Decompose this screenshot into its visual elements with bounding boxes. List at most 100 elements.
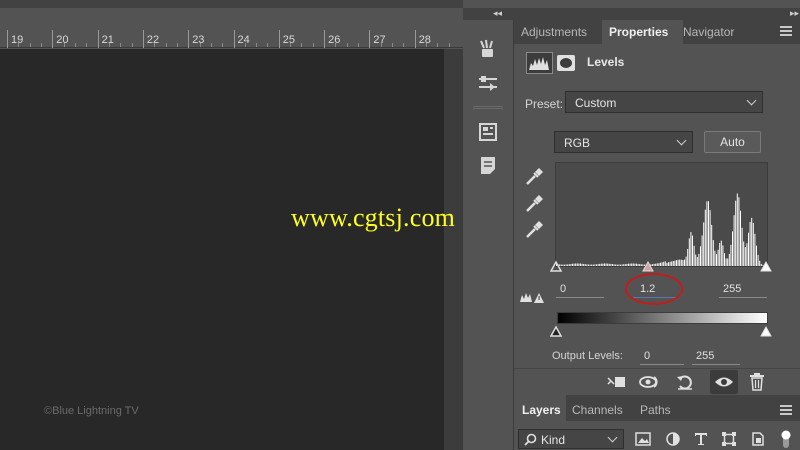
gray-point-eyedropper-icon[interactable]: [523, 193, 545, 215]
ruler-number: 26: [328, 34, 341, 46]
brush-tools-icon[interactable]: [475, 36, 501, 62]
output-black-value[interactable]: 0: [644, 350, 650, 362]
layer-mask-icon[interactable]: [556, 54, 576, 72]
ruler-minor-tick: [256, 43, 258, 47]
ruler-minor-tick: [346, 43, 348, 47]
view-previous-state-icon[interactable]: [639, 372, 661, 392]
tab-paths[interactable]: Paths: [640, 403, 671, 417]
output-white-value[interactable]: 255: [696, 350, 714, 362]
reset-icon[interactable]: [674, 372, 696, 392]
delete-icon[interactable]: [746, 372, 768, 392]
input-gamma-slider-handle[interactable]: [642, 260, 654, 272]
output-white-underline: [692, 364, 740, 365]
ruler-number: 28: [418, 34, 431, 46]
input-levels-slider[interactable]: [550, 260, 776, 272]
tab-layers[interactable]: Layers: [522, 403, 561, 417]
layers-panel-tabs: Layers Channels Paths: [514, 395, 800, 421]
ruler-minor-tick: [437, 43, 439, 47]
input-black-slider-handle[interactable]: [550, 260, 563, 272]
levels-histogram: [555, 162, 768, 267]
panel-tabs: Adjustments Properties Navigator: [514, 20, 800, 44]
clip-to-layer-icon[interactable]: [605, 372, 627, 392]
preset-dropdown[interactable]: Custom: [565, 91, 763, 113]
filter-toggle-icon[interactable]: [776, 430, 796, 448]
white-point-eyedropper-icon[interactable]: [523, 219, 545, 241]
preset-value: Custom: [575, 96, 617, 110]
ruler-minor-tick: [40, 43, 42, 47]
toggle-visibility-icon[interactable]: [713, 372, 735, 392]
ruler-minor-tick: [120, 43, 122, 47]
histogram-bar: [704, 209, 706, 266]
output-levels-gradient: [557, 312, 768, 324]
layer-filter-kind-dropdown[interactable]: Kind: [518, 429, 624, 449]
notes-panel-icon[interactable]: [475, 152, 501, 178]
input-black-value[interactable]: 0: [560, 283, 566, 295]
smart-object-filter-icon[interactable]: [748, 431, 768, 447]
expand-dock-icon[interactable]: ▸▸: [790, 8, 799, 19]
ruler-minor-tick: [18, 43, 20, 47]
chevron-down-icon: [676, 135, 687, 146]
histogram-bar: [708, 201, 709, 266]
dock-header: [463, 8, 800, 20]
calculate-clipping-warning-icon[interactable]: [519, 290, 547, 304]
ruler-tick: [142, 30, 144, 48]
collapse-dock-icon[interactable]: ◂◂: [493, 8, 502, 19]
horizontal-ruler[interactable]: 19 20 21 22 23 24 25 26 27 28: [0, 30, 463, 48]
ruler-minor-tick: [312, 43, 314, 47]
panel-bottom-toolbar: [514, 368, 800, 395]
ruler-minor-tick: [267, 43, 269, 47]
copyright-watermark: ©Blue Lightning TV: [44, 405, 139, 417]
output-levels-slider[interactable]: [550, 325, 776, 337]
ruler-number: 27: [373, 34, 386, 46]
ruler-minor-tick: [222, 43, 224, 47]
shape-filter-icon[interactable]: [719, 431, 739, 447]
auto-button[interactable]: Auto: [704, 131, 761, 153]
ruler-tick: [97, 30, 99, 48]
ruler-minor-tick: [403, 43, 405, 47]
tab-channels[interactable]: Channels: [572, 403, 623, 417]
input-black-underline: [556, 297, 604, 298]
ruler-minor-tick: [290, 43, 292, 47]
black-point-eyedropper-icon[interactable]: [523, 166, 545, 188]
output-black-underline: [640, 364, 684, 365]
output-white-slider-handle[interactable]: [760, 325, 772, 337]
ruler-minor-tick: [165, 43, 167, 47]
ruler-tick: [52, 30, 54, 48]
chevron-down-icon: [607, 432, 618, 443]
filter-kind-value: Kind: [541, 433, 566, 447]
pixel-filter-icon[interactable]: [633, 431, 653, 447]
properties-panel-icon[interactable]: [475, 119, 501, 145]
ruler-minor-tick: [154, 43, 156, 47]
input-white-slider-handle[interactable]: [760, 260, 772, 272]
ruler-minor-tick: [74, 43, 76, 47]
levels-histogram-icon: [526, 52, 553, 74]
site-watermark: www.cgtsj.com: [291, 203, 456, 232]
ruler-number: 23: [192, 34, 205, 46]
ruler-minor-tick: [244, 43, 246, 47]
output-black-slider-handle[interactable]: [550, 325, 563, 337]
tab-navigator[interactable]: Navigator: [683, 25, 734, 39]
app-top-strip: [0, 0, 463, 8]
adjustment-filter-icon[interactable]: [663, 431, 683, 447]
ruler-minor-tick: [108, 43, 110, 47]
ruler-number: 22: [146, 34, 160, 46]
type-filter-icon[interactable]: [691, 431, 711, 447]
input-white-value[interactable]: 255: [723, 283, 741, 295]
tab-adjustments[interactable]: Adjustments: [521, 25, 587, 39]
ruler-minor-tick: [301, 43, 303, 47]
iconbar-divider: [473, 106, 503, 109]
histogram-bar: [738, 197, 740, 266]
ruler-minor-tick: [426, 43, 428, 47]
ruler-minor-tick: [392, 43, 394, 47]
adjustments-sliders-icon[interactable]: [475, 70, 501, 96]
ruler-minor-tick: [29, 43, 31, 47]
layers-panel-menu-icon[interactable]: [780, 405, 792, 417]
properties-panel: Adjustments Properties Navigator Levels …: [514, 20, 800, 395]
panel-title: Levels: [587, 55, 625, 69]
ruler-minor-tick: [131, 43, 133, 47]
panel-menu-icon[interactable]: [780, 26, 792, 38]
tab-properties[interactable]: Properties: [609, 25, 668, 39]
document-canvas[interactable]: [0, 49, 444, 450]
channel-dropdown[interactable]: RGB: [554, 131, 693, 153]
histogram-bar: [706, 201, 708, 266]
